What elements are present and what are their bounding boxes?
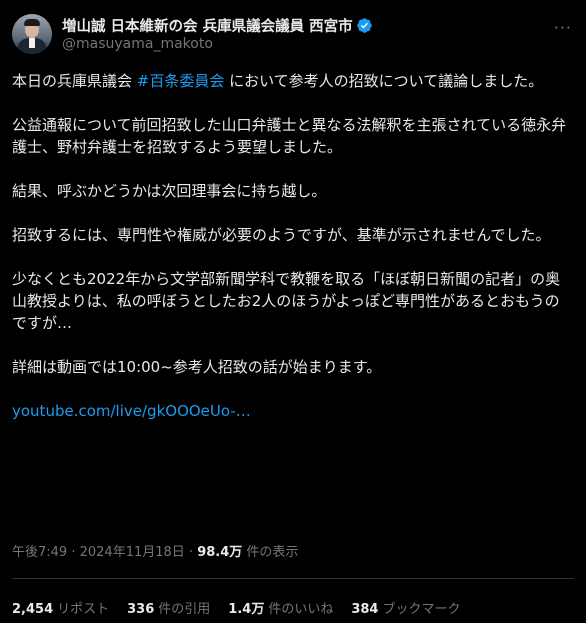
retweets-stat[interactable]: 2,454 リポスト [12,598,109,617]
author-handle[interactable]: @masuyama_makoto [62,36,213,52]
tweet-paragraph-1: 本日の兵庫県議会 #百条委員会 において参考人の招致について議論しました。 [12,70,574,92]
stat-label: 件の引用 [158,602,211,617]
verified-badge-icon [356,18,372,33]
quotes-stat[interactable]: 336 件の引用 [127,598,210,617]
stat-label: リポスト [57,602,110,617]
hashtag-link[interactable]: #百条委員会 [137,72,225,90]
tweet-paragraph-5: 少なくとも2022年から文学部新聞学科で教鞭を取る「ほぼ朝日新聞の記者」の奥山教… [12,270,561,332]
meta-separator: · [184,545,198,560]
tweet-paragraph-4: 招致するには、専門性や権威が必要のようですが、基準が示されませんでした。 [12,226,551,244]
stat-count: 2,454 [12,602,54,617]
tweet-text: 本日の兵庫県議会 #百条委員会 において参考人の招致について議論しました。 公益… [12,70,574,422]
youtube-link[interactable]: youtube.com/live/gkOOOeUo-… [12,402,251,420]
post-date[interactable]: 2024年11月18日 [80,545,185,560]
divider [12,578,574,579]
tweet: 増山誠 日本維新の会 兵庫県議会議員 西宮市 @masuyama_makoto … [0,0,586,623]
tweet-link-paragraph: youtube.com/live/gkOOOeUo-… [12,400,574,422]
views-count: 98.4万 [197,545,243,560]
meta-separator: · [67,545,80,560]
tweet-paragraph-2: 公益通報について前回招致した山口弁護士と異なる法解釈を主張されている徳永弁護士、… [12,116,567,156]
stat-label: ブックマーク [382,602,461,617]
stat-label: 件のいいね [268,602,334,617]
bookmarks-stat[interactable]: 384 ブックマーク [351,598,460,617]
likes-stat[interactable]: 1.4万 件のいいね [228,598,333,617]
more-options-icon[interactable]: ··· [554,18,572,37]
author-name[interactable]: 増山誠 日本維新の会 兵庫県議会議員 西宮市 [62,15,353,36]
stat-count: 1.4万 [228,602,265,617]
views-label: 件の表示 [242,545,299,560]
tweet-paragraph-6: 詳細は動画では10:00~参考人招致の話が始まります。 [12,358,382,376]
post-time[interactable]: 午後7:49 [12,545,67,560]
tweet-metadata: 午後7:49 · 2024年11月18日 · 98.4万 件の表示 [12,541,298,560]
stat-count: 336 [127,602,155,617]
tweet-header: 増山誠 日本維新の会 兵庫県議会議員 西宮市 @masuyama_makoto … [12,12,574,56]
author-name-row[interactable]: 増山誠 日本維新の会 兵庫県議会議員 西宮市 [62,15,373,36]
text-segment: 本日の兵庫県議会 [12,72,137,90]
stat-count: 384 [351,602,379,617]
text-segment: において参考人の招致について議論しました。 [224,72,544,90]
engagement-stats: 2,454 リポスト 336 件の引用 1.4万 件のいいね 384 ブックマーク [12,598,479,617]
avatar[interactable] [12,14,52,54]
tweet-paragraph-3: 結果、呼ぶかどうかは次回理事会に持ち越し。 [12,182,327,200]
